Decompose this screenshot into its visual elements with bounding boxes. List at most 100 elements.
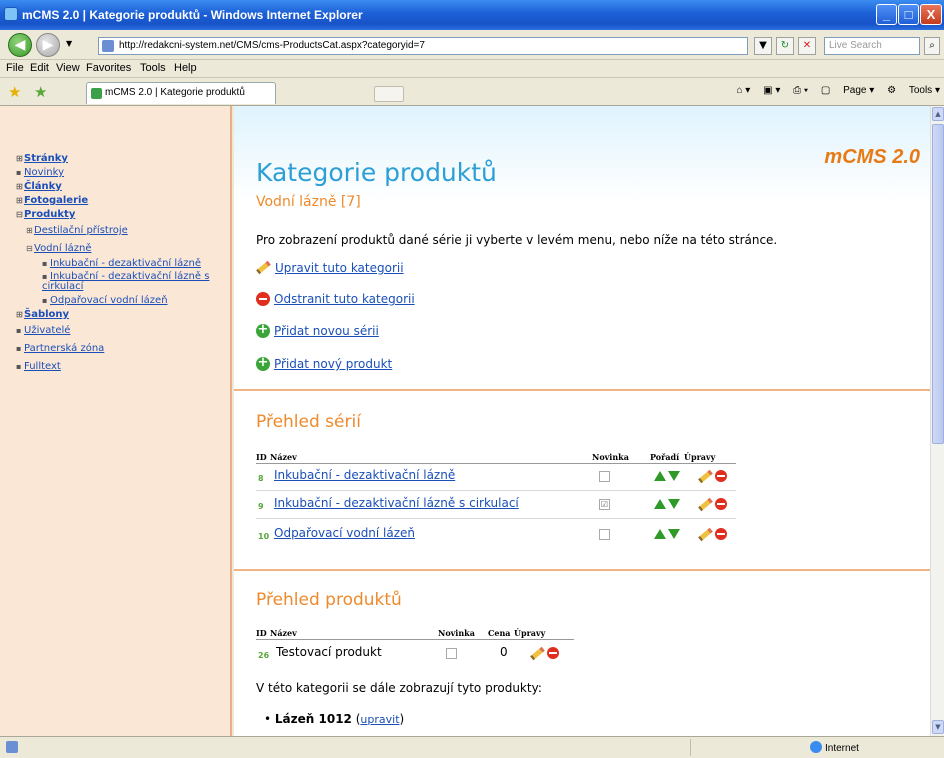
window-title: mCMS 2.0 | Kategorie produktů - Windows … bbox=[22, 8, 363, 22]
history-dropdown-icon[interactable]: ▼ bbox=[66, 39, 72, 48]
series-col-id: ID bbox=[256, 452, 267, 462]
add-icon bbox=[256, 355, 270, 371]
products-col-id: ID bbox=[256, 628, 267, 638]
row-divider bbox=[256, 490, 736, 491]
series-row-news-checkbox[interactable] bbox=[599, 471, 610, 482]
move-down-icon[interactable] bbox=[668, 529, 680, 539]
series-row-id: 10 bbox=[258, 532, 270, 541]
products-col-news: Novinka bbox=[438, 628, 475, 638]
add-product-link[interactable]: Přidat nový produkt bbox=[274, 357, 392, 371]
sidebar-item-vodni-lazne[interactable]: ⊟Vodní lázně bbox=[26, 242, 230, 256]
series-row-name-link[interactable]: Inkubační - dezaktivační lázně bbox=[274, 468, 455, 482]
series-row-news-checkbox[interactable]: ☑ bbox=[599, 499, 610, 510]
also-product-edit-link[interactable]: upravit bbox=[360, 713, 399, 726]
expand-icon: ⊞ bbox=[16, 196, 23, 205]
sidebar-item-clanky[interactable]: ⊞Články bbox=[16, 180, 230, 194]
menu-file[interactable]: File bbox=[6, 62, 24, 74]
bullet-icon: ▪ bbox=[16, 168, 22, 177]
address-bar[interactable]: http://redakcni-system.net/CMS/cms-Produ… bbox=[98, 37, 748, 55]
product-row-news-checkbox[interactable] bbox=[446, 648, 457, 659]
refresh-icon[interactable]: ↻ bbox=[776, 37, 794, 55]
series-col-edits: Úpravy bbox=[684, 452, 716, 462]
edit-category-action[interactable]: Upravit tuto kategorii bbox=[256, 260, 404, 275]
add-series-link[interactable]: Přidat novou sérii bbox=[274, 324, 379, 338]
move-up-icon[interactable] bbox=[654, 529, 666, 539]
series-row-news-checkbox[interactable] bbox=[599, 529, 610, 540]
delete-row-icon[interactable] bbox=[715, 470, 727, 482]
main-content: Kategorie produktů mCMS 2.0 Vodní lázně … bbox=[234, 106, 930, 736]
close-button[interactable]: X bbox=[920, 4, 942, 25]
collapse-icon: ⊟ bbox=[16, 210, 23, 219]
move-up-icon[interactable] bbox=[654, 471, 666, 481]
sidebar-item-sablony[interactable]: ⊞Šablony bbox=[16, 308, 230, 322]
command-bar: ⌂ ▾ ▣ ▾ ⎙ ▾ ▢ Page ▾ ⚙ Tools ▾ bbox=[726, 85, 940, 96]
delete-row-icon[interactable] bbox=[715, 498, 727, 510]
add-favorite-icon[interactable]: ★ bbox=[34, 83, 47, 101]
menu-tools[interactable]: Tools bbox=[140, 62, 166, 74]
sidebar-item-fotogalerie[interactable]: ⊞Fotogalerie bbox=[16, 194, 230, 208]
move-up-icon[interactable] bbox=[654, 499, 666, 509]
bullet-icon: ▪ bbox=[16, 326, 22, 335]
minimize-button[interactable]: _ bbox=[876, 4, 897, 25]
intro-text: Pro zobrazení produktů dané série ji vyb… bbox=[256, 233, 778, 247]
sidebar-item-novinky[interactable]: ▪ Novinky bbox=[16, 166, 230, 180]
series-row-name-link[interactable]: Inkubační - dezaktivační lázně s cirkula… bbox=[274, 496, 519, 510]
series-row-id: 9 bbox=[258, 502, 264, 511]
browser-tab[interactable]: mCMS 2.0 | Kategorie produktů bbox=[86, 82, 276, 104]
sidebar-item-partnerska-zona[interactable]: ▪ Partnerská zóna bbox=[16, 342, 230, 356]
tab-favicon bbox=[91, 88, 102, 99]
delete-category-link[interactable]: Odstranit tuto kategorii bbox=[274, 292, 415, 306]
globe-icon bbox=[810, 741, 822, 753]
favorites-star-icon[interactable]: ★ bbox=[8, 83, 21, 101]
add-product-action[interactable]: Přidat nový produkt bbox=[256, 355, 392, 371]
sidebar-item-produkty[interactable]: ⊟Produkty bbox=[16, 208, 230, 222]
move-down-icon[interactable] bbox=[668, 471, 680, 481]
pencil-icon bbox=[256, 260, 271, 275]
sidebar-item-stranky[interactable]: ⊞Stránky bbox=[16, 152, 230, 166]
sidebar-item-fulltext[interactable]: ▪ Fulltext bbox=[16, 360, 230, 374]
sidebar-item-uzivatele[interactable]: ▪ Uživatelé bbox=[16, 324, 230, 338]
back-button[interactable]: ◀ bbox=[8, 33, 32, 57]
delete-row-icon[interactable] bbox=[547, 647, 559, 659]
add-series-action[interactable]: Přidat novou sérii bbox=[256, 322, 379, 338]
edit-pencil-icon[interactable] bbox=[698, 497, 713, 512]
move-down-icon[interactable] bbox=[668, 499, 680, 509]
also-products-text: V této kategorii se dále zobrazují tyto … bbox=[256, 681, 542, 695]
delete-row-icon[interactable] bbox=[715, 528, 727, 540]
vertical-scrollbar[interactable]: ▲ ▼ bbox=[930, 106, 944, 736]
sidebar-item-inkubacni-lazne[interactable]: ▪ Inkubační - dezaktivační lázně bbox=[42, 259, 212, 269]
scroll-thumb[interactable] bbox=[932, 124, 944, 444]
row-divider bbox=[256, 518, 736, 519]
menu-bar: File Edit View Favorites Tools Help bbox=[0, 60, 944, 78]
page-menu[interactable]: ▢ Page ▾ bbox=[821, 85, 874, 96]
tools-menu[interactable]: ⚙ Tools ▾ bbox=[887, 85, 940, 96]
feeds-icon[interactable]: ▣ ▾ bbox=[763, 85, 780, 96]
series-row-name-link[interactable]: Odpařovací vodní lázeň bbox=[274, 526, 415, 540]
search-icon[interactable]: ⌕ bbox=[924, 37, 940, 55]
home-icon[interactable]: ⌂ ▾ bbox=[736, 85, 750, 96]
print-icon[interactable]: ⎙ ▾ bbox=[793, 85, 808, 96]
new-tab-button[interactable] bbox=[374, 86, 404, 102]
edit-pencil-icon[interactable] bbox=[698, 469, 713, 484]
edit-category-link[interactable]: Upravit tuto kategorii bbox=[275, 261, 404, 275]
sidebar-item-odparovaci-lazen[interactable]: ▪ Odpařovací vodní lázeň bbox=[42, 294, 230, 308]
address-dropdown-icon[interactable]: ▼ bbox=[754, 37, 772, 55]
edit-pencil-icon[interactable] bbox=[530, 646, 545, 661]
scroll-down-icon[interactable]: ▼ bbox=[932, 720, 944, 734]
products-header-line bbox=[256, 639, 574, 640]
menu-help[interactable]: Help bbox=[174, 62, 197, 74]
sidebar-item-destilacni-pristroje[interactable]: ⊞Destilační přístroje bbox=[26, 224, 230, 238]
stop-icon[interactable]: ✕ bbox=[798, 37, 816, 55]
scroll-up-icon[interactable]: ▲ bbox=[932, 107, 944, 121]
delete-category-action[interactable]: Odstranit tuto kategorii bbox=[256, 292, 415, 306]
forward-button[interactable]: ▶ bbox=[36, 33, 60, 57]
edit-pencil-icon[interactable] bbox=[698, 527, 713, 542]
menu-favorites[interactable]: Favorites bbox=[86, 62, 131, 74]
tab-row: ★ ★ mCMS 2.0 | Kategorie produktů ⌂ ▾ ▣ … bbox=[0, 78, 944, 106]
maximize-button[interactable]: □ bbox=[898, 4, 919, 25]
sidebar-item-inkubacni-lazne-cirkulace[interactable]: ▪ Inkubační - dezaktivační lázně s cirkul… bbox=[42, 272, 212, 292]
search-input[interactable]: Live Search bbox=[824, 37, 920, 55]
menu-edit[interactable]: Edit bbox=[30, 62, 49, 74]
series-row-id: 8 bbox=[258, 474, 264, 483]
menu-view[interactable]: View bbox=[56, 62, 80, 74]
